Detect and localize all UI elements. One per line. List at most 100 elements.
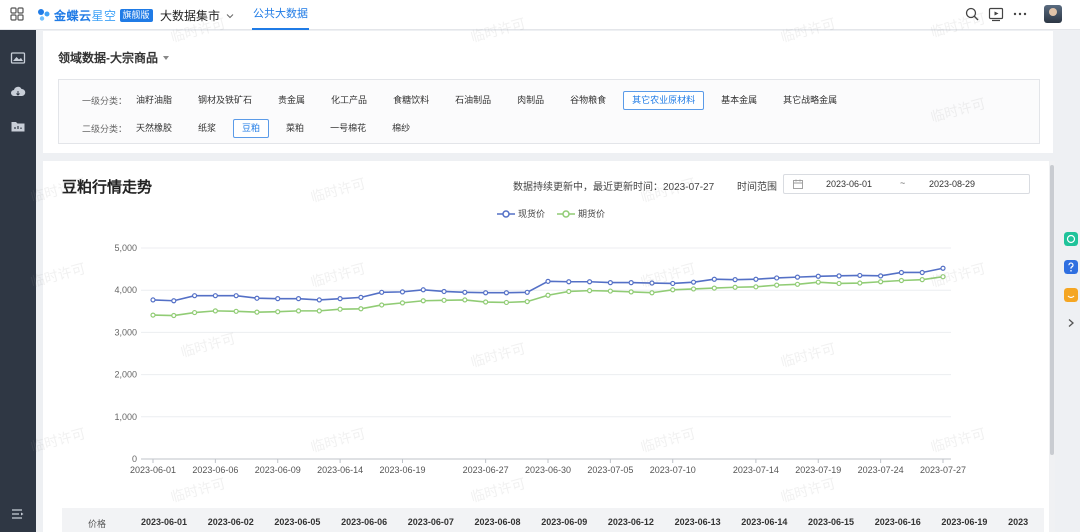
series-1-point-35 — [878, 279, 884, 285]
series-1-point-14 — [441, 297, 447, 303]
date-range-picker[interactable]: 2023-06-01 ~ 2023-08-29 — [783, 174, 1030, 194]
series-0-point-33 — [836, 273, 842, 279]
series-1-point-36 — [898, 277, 905, 284]
scrollbar-thumb[interactable] — [1050, 165, 1054, 455]
range-start-date[interactable]: 2023-06-01 — [826, 179, 872, 189]
series-0-point-18 — [524, 289, 530, 295]
image-gallery-icon[interactable] — [10, 50, 26, 66]
legend-item-1[interactable]: 期货价 — [557, 207, 605, 220]
table-date-header-6: 2023-06-09 — [541, 517, 588, 527]
nav-big-data-market[interactable]: 大数据集市 — [160, 7, 234, 24]
series-1-point-0 — [150, 312, 156, 318]
chat-service-icon[interactable] — [1064, 232, 1078, 246]
series-0-point-17 — [503, 290, 510, 296]
level2-chip-1[interactable]: 纸浆 — [189, 119, 225, 138]
level1-chip-2[interactable]: 贵金属 — [269, 91, 314, 110]
report-folder-icon[interactable] — [10, 118, 26, 134]
series-0-point-8 — [316, 297, 322, 303]
series-1-point-10 — [358, 306, 364, 312]
tab-public-big-data[interactable]: 公共大数据 — [252, 0, 309, 30]
series-0-point-16 — [483, 290, 489, 296]
level1-chip-10[interactable]: 其它战略金属 — [774, 91, 846, 110]
level2-chip-5[interactable]: 棉纱 — [383, 119, 419, 138]
series-1-point-9 — [337, 306, 343, 312]
left-sidebar — [0, 30, 36, 532]
x-tick-label-9: 2023-07-14 — [733, 465, 779, 475]
video-tutorial-icon[interactable] — [988, 6, 1004, 22]
series-1-point-19 — [545, 292, 551, 298]
brand-name: 金蝶云星空 — [54, 8, 117, 23]
series-1-point-17 — [503, 299, 510, 306]
x-tick-label-0: 2023-06-01 — [130, 465, 176, 475]
chevron-down-icon — [226, 13, 234, 18]
help-icon[interactable] — [1064, 260, 1078, 274]
table-date-header-0: 2023-06-01 — [141, 517, 188, 527]
series-0-point-36 — [898, 269, 905, 276]
domain-selector[interactable]: 领域数据-大宗商品 — [58, 49, 169, 66]
legend-label-1: 期货价 — [578, 209, 606, 219]
series-0-point-6 — [275, 296, 281, 302]
update-note: 数据持续更新中，最近更新时间：2023-07-27 — [513, 182, 715, 193]
series-0-point-15 — [462, 289, 468, 295]
brand-logo[interactable]: 金蝶云星空 旗舰版 — [37, 5, 153, 25]
series-0-point-19 — [545, 278, 551, 284]
series-0-point-38 — [940, 265, 946, 271]
chevron-right-icon[interactable] — [1067, 318, 1075, 328]
level1-chip-0[interactable]: 油籽油脂 — [127, 91, 181, 110]
level2-chip-3[interactable]: 菜粕 — [277, 119, 313, 138]
level1-chip-1[interactable]: 钢材及铁矿石 — [189, 91, 261, 110]
range-end-date[interactable]: 2023-08-29 — [929, 179, 975, 189]
table-date-header-1: 2023-06-02 — [207, 517, 254, 527]
level1-chip-8[interactable]: 其它农业原材料 — [623, 90, 705, 110]
level2-chip-0[interactable]: 天然橡胶 — [127, 119, 181, 138]
caret-down-icon — [163, 55, 169, 60]
level1-chip-7[interactable]: 谷物粮食 — [561, 91, 615, 110]
x-tick-label-3: 2023-06-14 — [317, 465, 363, 475]
series-0-point-3 — [212, 293, 218, 299]
level2-chip-4[interactable]: 一号棉花 — [321, 119, 375, 138]
level1-chip-5[interactable]: 石油制品 — [446, 91, 500, 110]
series-0-point-35 — [878, 273, 884, 279]
series-0-point-14 — [441, 288, 447, 295]
cloud-icon[interactable] — [10, 84, 26, 100]
series-0-point-29 — [753, 276, 759, 282]
user-avatar[interactable] — [1044, 5, 1062, 23]
level2-chip-list: 天然橡胶 纸浆 豆粕 菜粕 一号棉花 棉纱 — [127, 118, 427, 138]
series-0-point-7 — [295, 296, 302, 302]
x-tick-label-12: 2023-07-27 — [920, 465, 966, 475]
series-0-point-30 — [774, 275, 780, 281]
top-right-tools — [964, 5, 1062, 23]
app-grid-icon[interactable] — [10, 7, 24, 21]
x-tick-label-5: 2023-06-27 — [463, 465, 509, 475]
series-0-point-4 — [233, 293, 239, 299]
chart-legend: 现货价 期货价 — [497, 207, 613, 220]
table-date-header-3: 2023-06-06 — [341, 517, 388, 527]
legend-swatch-1 — [557, 209, 576, 218]
series-1-point-20 — [566, 288, 572, 295]
table-date-header-12: 2023-06-19 — [941, 517, 988, 527]
table-date-header-11: 2023-06-16 — [874, 517, 921, 527]
more-menu-icon[interactable] — [1012, 6, 1028, 22]
series-0-point-5 — [254, 295, 260, 301]
x-tick-label-6: 2023-06-30 — [525, 465, 571, 475]
y-tick-label-3: 3,000 — [114, 327, 137, 337]
table-date-header-10: 2023-06-15 — [808, 517, 855, 527]
series-0-point-32 — [815, 273, 821, 279]
level1-chip-4[interactable]: 食糖饮料 — [384, 91, 438, 110]
series-1-point-29 — [753, 284, 759, 290]
series-1-point-5 — [254, 309, 260, 315]
level1-chip-3[interactable]: 化工产品 — [322, 91, 376, 110]
price-table-header: 价格 2023-06-01 2023-06-02 2023-06-05 2023-06… — [62, 508, 1044, 532]
series-1-point-21 — [586, 288, 593, 294]
series-1-point-2 — [191, 309, 198, 316]
level2-chip-2[interactable]: 豆粕 — [233, 118, 270, 138]
collapse-sidebar-icon[interactable] — [10, 506, 26, 522]
y-tick-label-1: 1,000 — [114, 412, 137, 422]
legend-item-0[interactable]: 现货价 — [497, 207, 545, 220]
level1-chip-9[interactable]: 基本金属 — [712, 91, 766, 110]
series-1-point-16 — [483, 299, 489, 305]
series-1-point-12 — [399, 300, 406, 306]
feedback-icon[interactable] — [1064, 288, 1078, 302]
search-icon[interactable] — [964, 6, 980, 22]
level1-chip-6[interactable]: 肉制品 — [508, 91, 553, 110]
